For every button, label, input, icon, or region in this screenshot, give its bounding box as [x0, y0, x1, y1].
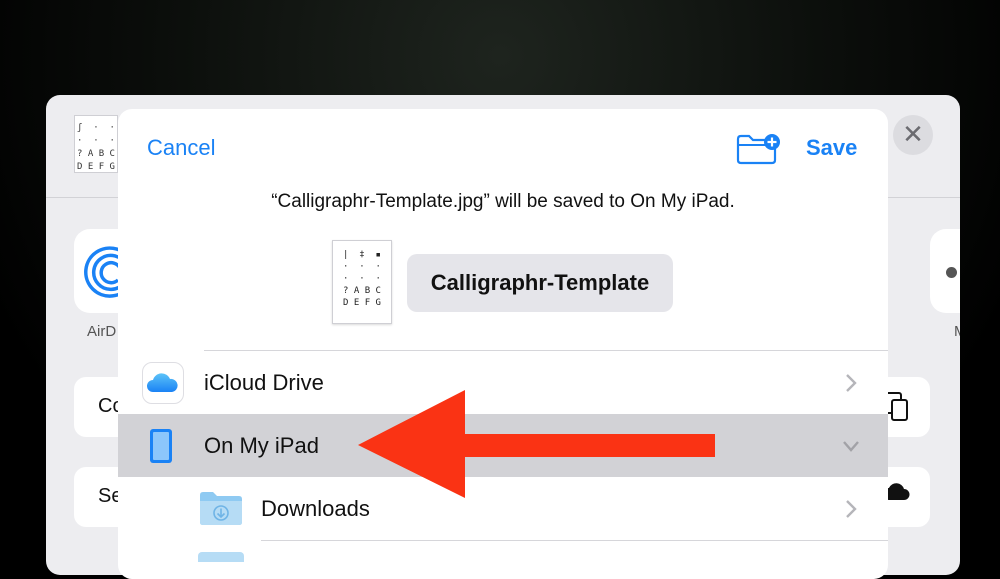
save-dialog: Cancel Save “Calligraphr-Template.jpg” w… [118, 109, 888, 579]
chevron-right-icon [846, 500, 857, 518]
filename-field[interactable]: Calligraphr-Template [407, 254, 673, 312]
folder-icon [198, 552, 244, 562]
location-label-on-my-ipad: On My iPad [204, 433, 319, 458]
chevron-down-icon [843, 441, 859, 452]
close-button[interactable]: ✕ [893, 115, 933, 155]
annotation-arrow-icon [358, 390, 715, 498]
location-label-icloud-drive: iCloud Drive [204, 370, 324, 395]
file-thumbnail: | ‡ ▪ · · · · · · ? A B C D E F G [332, 240, 392, 324]
folder-plus-icon[interactable] [736, 133, 782, 165]
location-label-downloads: Downloads [261, 496, 370, 521]
app-dot-icon [946, 267, 957, 278]
downloads-folder-icon [200, 492, 242, 525]
ipad-icon [150, 429, 172, 463]
save-button[interactable]: Save [806, 135, 857, 161]
row-separator [261, 540, 888, 541]
more-app-label: M [954, 323, 960, 340]
share-thumbnail: ʃ · · · · · ? A B C D E F G [74, 115, 118, 173]
save-destination-message: “Calligraphr-Template.jpg” will be saved… [271, 191, 735, 212]
cancel-button[interactable]: Cancel [147, 135, 215, 161]
chevron-right-icon [846, 374, 857, 392]
more-app-button[interactable] [930, 229, 960, 313]
icloud-icon [142, 362, 184, 404]
airdrop-label: AirD [87, 323, 117, 340]
